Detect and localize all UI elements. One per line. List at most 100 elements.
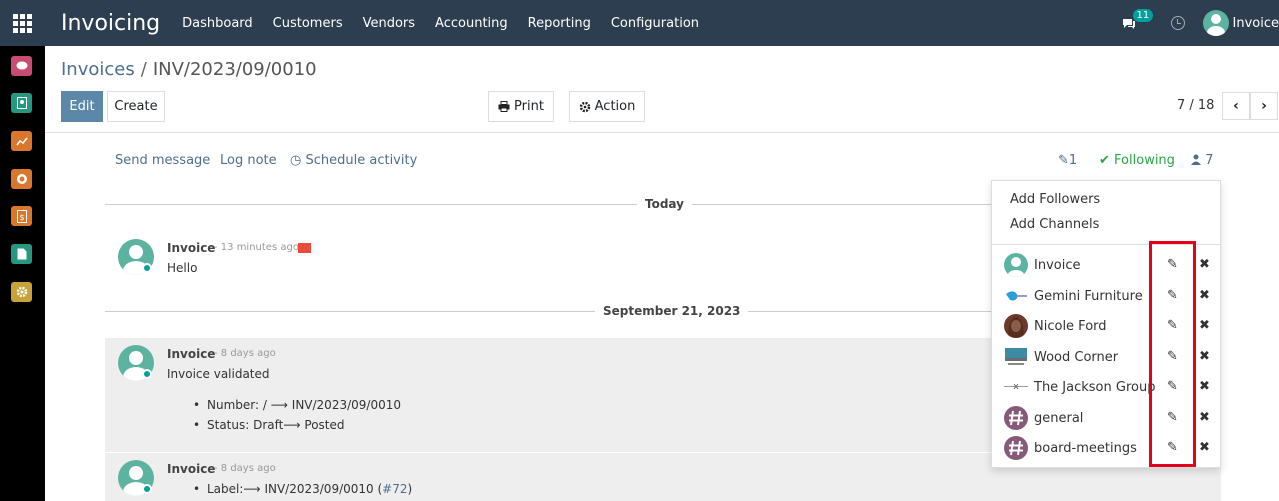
close-icon[interactable]: ✖ [1199, 318, 1210, 333]
add-followers-button[interactable]: Add Followers [1010, 192, 1100, 207]
app-sidebar: $ [0, 46, 45, 501]
follower-name[interactable]: The Jackson Group [1034, 380, 1155, 395]
follower-avatar [1004, 253, 1028, 277]
follower-avatar [1004, 284, 1028, 308]
breadcrumb: Invoices / INV/2023/09/0010 [61, 59, 317, 80]
user-icon [1191, 154, 1201, 165]
online-status-dot [142, 369, 152, 379]
arrow-right-icon: ⟶ [243, 482, 261, 496]
systray: 11 Invoice [1121, 0, 1279, 46]
attachments-count: 1 [1068, 153, 1078, 168]
main-menu: Dashboard Customers Vendors Accounting R… [182, 16, 719, 31]
chat-icon[interactable]: 11 [1121, 9, 1154, 33]
close-icon[interactable]: ✖ [1199, 288, 1210, 303]
message-date: - 8 days ago [214, 463, 276, 474]
discuss-app-icon[interactable] [11, 56, 32, 76]
follower-avatar [1004, 314, 1028, 338]
follower-name[interactable]: Gemini Furniture [1034, 289, 1143, 304]
menu-vendors[interactable]: Vendors [363, 16, 415, 31]
follower-name[interactable]: board-meetings [1034, 441, 1137, 456]
schedule-activity-button[interactable]: ◷ Schedule activity [290, 153, 417, 168]
menu-accounting[interactable]: Accounting [435, 16, 508, 31]
breadcrumb-separator: / [140, 59, 147, 80]
follower-name[interactable]: Nicole Ford [1034, 319, 1107, 334]
message-date: - 8 days ago [214, 348, 276, 359]
clock-icon: ◷ [290, 153, 302, 168]
create-button[interactable]: Create [107, 91, 165, 122]
print-icon [498, 101, 510, 112]
follower-name[interactable]: general [1034, 411, 1083, 426]
reporting-app-icon[interactable] [11, 131, 32, 151]
menu-configuration[interactable]: Configuration [611, 16, 699, 31]
breadcrumb-invoices[interactable]: Invoices [61, 59, 135, 80]
app-title: Invoicing [61, 10, 161, 36]
chat-count-badge: 11 [1132, 9, 1154, 22]
message-author[interactable]: Invoice [167, 462, 215, 476]
date-separator-sep21: September 21, 2023 [595, 304, 749, 318]
close-icon[interactable]: ✖ [1199, 349, 1210, 364]
record-reference-link[interactable]: #72 [382, 482, 407, 496]
message-body: Hello [167, 261, 198, 275]
user-avatar[interactable] [1202, 10, 1229, 36]
invoicing-app-icon[interactable]: $ [11, 206, 32, 226]
log-note-button[interactable]: Log note [220, 153, 277, 168]
attachments-button[interactable]: ✎1 [1058, 153, 1077, 168]
documents-app-icon[interactable] [11, 244, 32, 264]
activity-clock-icon[interactable] [1170, 16, 1185, 30]
envelope-icon[interactable] [298, 243, 311, 253]
control-panel-divider [45, 132, 1279, 133]
add-channels-button[interactable]: Add Channels [1010, 217, 1099, 232]
svg-text:$: $ [19, 213, 24, 222]
follower-name[interactable]: Invoice [1034, 258, 1080, 273]
channel-hash-icon [1004, 436, 1028, 460]
print-button[interactable]: Print [488, 91, 554, 122]
settings-app-icon[interactable] [11, 282, 32, 302]
chevron-left-icon: ‹ [1233, 98, 1239, 114]
close-icon[interactable]: ✖ [1199, 440, 1210, 455]
website-app-icon[interactable] [11, 169, 32, 189]
online-status-dot [142, 484, 152, 494]
menu-customers[interactable]: Customers [273, 16, 343, 31]
highlight-box [1149, 241, 1196, 467]
gear-icon [579, 101, 590, 112]
message-body: Invoice validated [167, 367, 270, 381]
pager-value[interactable]: 7 / 18 [1177, 98, 1214, 113]
following-button[interactable]: ✔ Following [1099, 153, 1175, 168]
contacts-app-icon[interactable] [11, 93, 32, 113]
apps-menu-icon[interactable] [0, 0, 45, 46]
send-message-button[interactable]: Send message [115, 153, 210, 168]
channel-hash-icon [1004, 406, 1028, 430]
tracking-value-label: Label:⟶ INV/2023/09/0010 (#72) [193, 482, 412, 496]
close-icon[interactable]: ✖ [1199, 379, 1210, 394]
followers-button[interactable]: 7 [1191, 153, 1213, 168]
online-status-dot [142, 263, 152, 273]
close-icon[interactable]: ✖ [1199, 257, 1210, 272]
action-button[interactable]: Action [569, 91, 645, 122]
edit-button[interactable]: Edit [61, 91, 103, 122]
check-icon: ✔ [1099, 153, 1110, 168]
tracking-value-number: Number: / ⟶ INV/2023/09/0010 [193, 398, 401, 412]
chevron-right-icon: › [1261, 98, 1267, 114]
message-author[interactable]: Invoice [167, 241, 215, 255]
paperclip-icon: ✎ [1058, 153, 1069, 168]
user-name[interactable]: Invoice [1233, 16, 1279, 31]
action-button-label: Action [594, 99, 636, 114]
message-date: - 13 minutes ago [214, 242, 299, 253]
breadcrumb-current: INV/2023/09/0010 [152, 59, 317, 80]
schedule-activity-label: Schedule activity [305, 153, 418, 168]
top-navbar: Invoicing Dashboard Customers Vendors Ac… [0, 0, 1279, 46]
arrow-right-icon: ⟶ [283, 418, 301, 432]
date-separator-today: Today [637, 197, 692, 211]
close-icon[interactable]: ✖ [1199, 410, 1210, 425]
follower-name[interactable]: Wood Corner [1034, 350, 1118, 365]
follower-avatar [1004, 375, 1028, 399]
pager-previous-button[interactable]: ‹ [1222, 92, 1250, 120]
menu-reporting[interactable]: Reporting [528, 16, 591, 31]
pager-next-button[interactable]: › [1250, 92, 1278, 120]
arrow-right-icon: ⟶ [270, 398, 288, 412]
menu-dashboard[interactable]: Dashboard [182, 16, 253, 31]
following-label: Following [1114, 153, 1175, 168]
message-author[interactable]: Invoice [167, 347, 215, 361]
tracking-value-status: Status: Draft⟶ Posted [193, 418, 344, 432]
print-button-label: Print [514, 99, 544, 114]
